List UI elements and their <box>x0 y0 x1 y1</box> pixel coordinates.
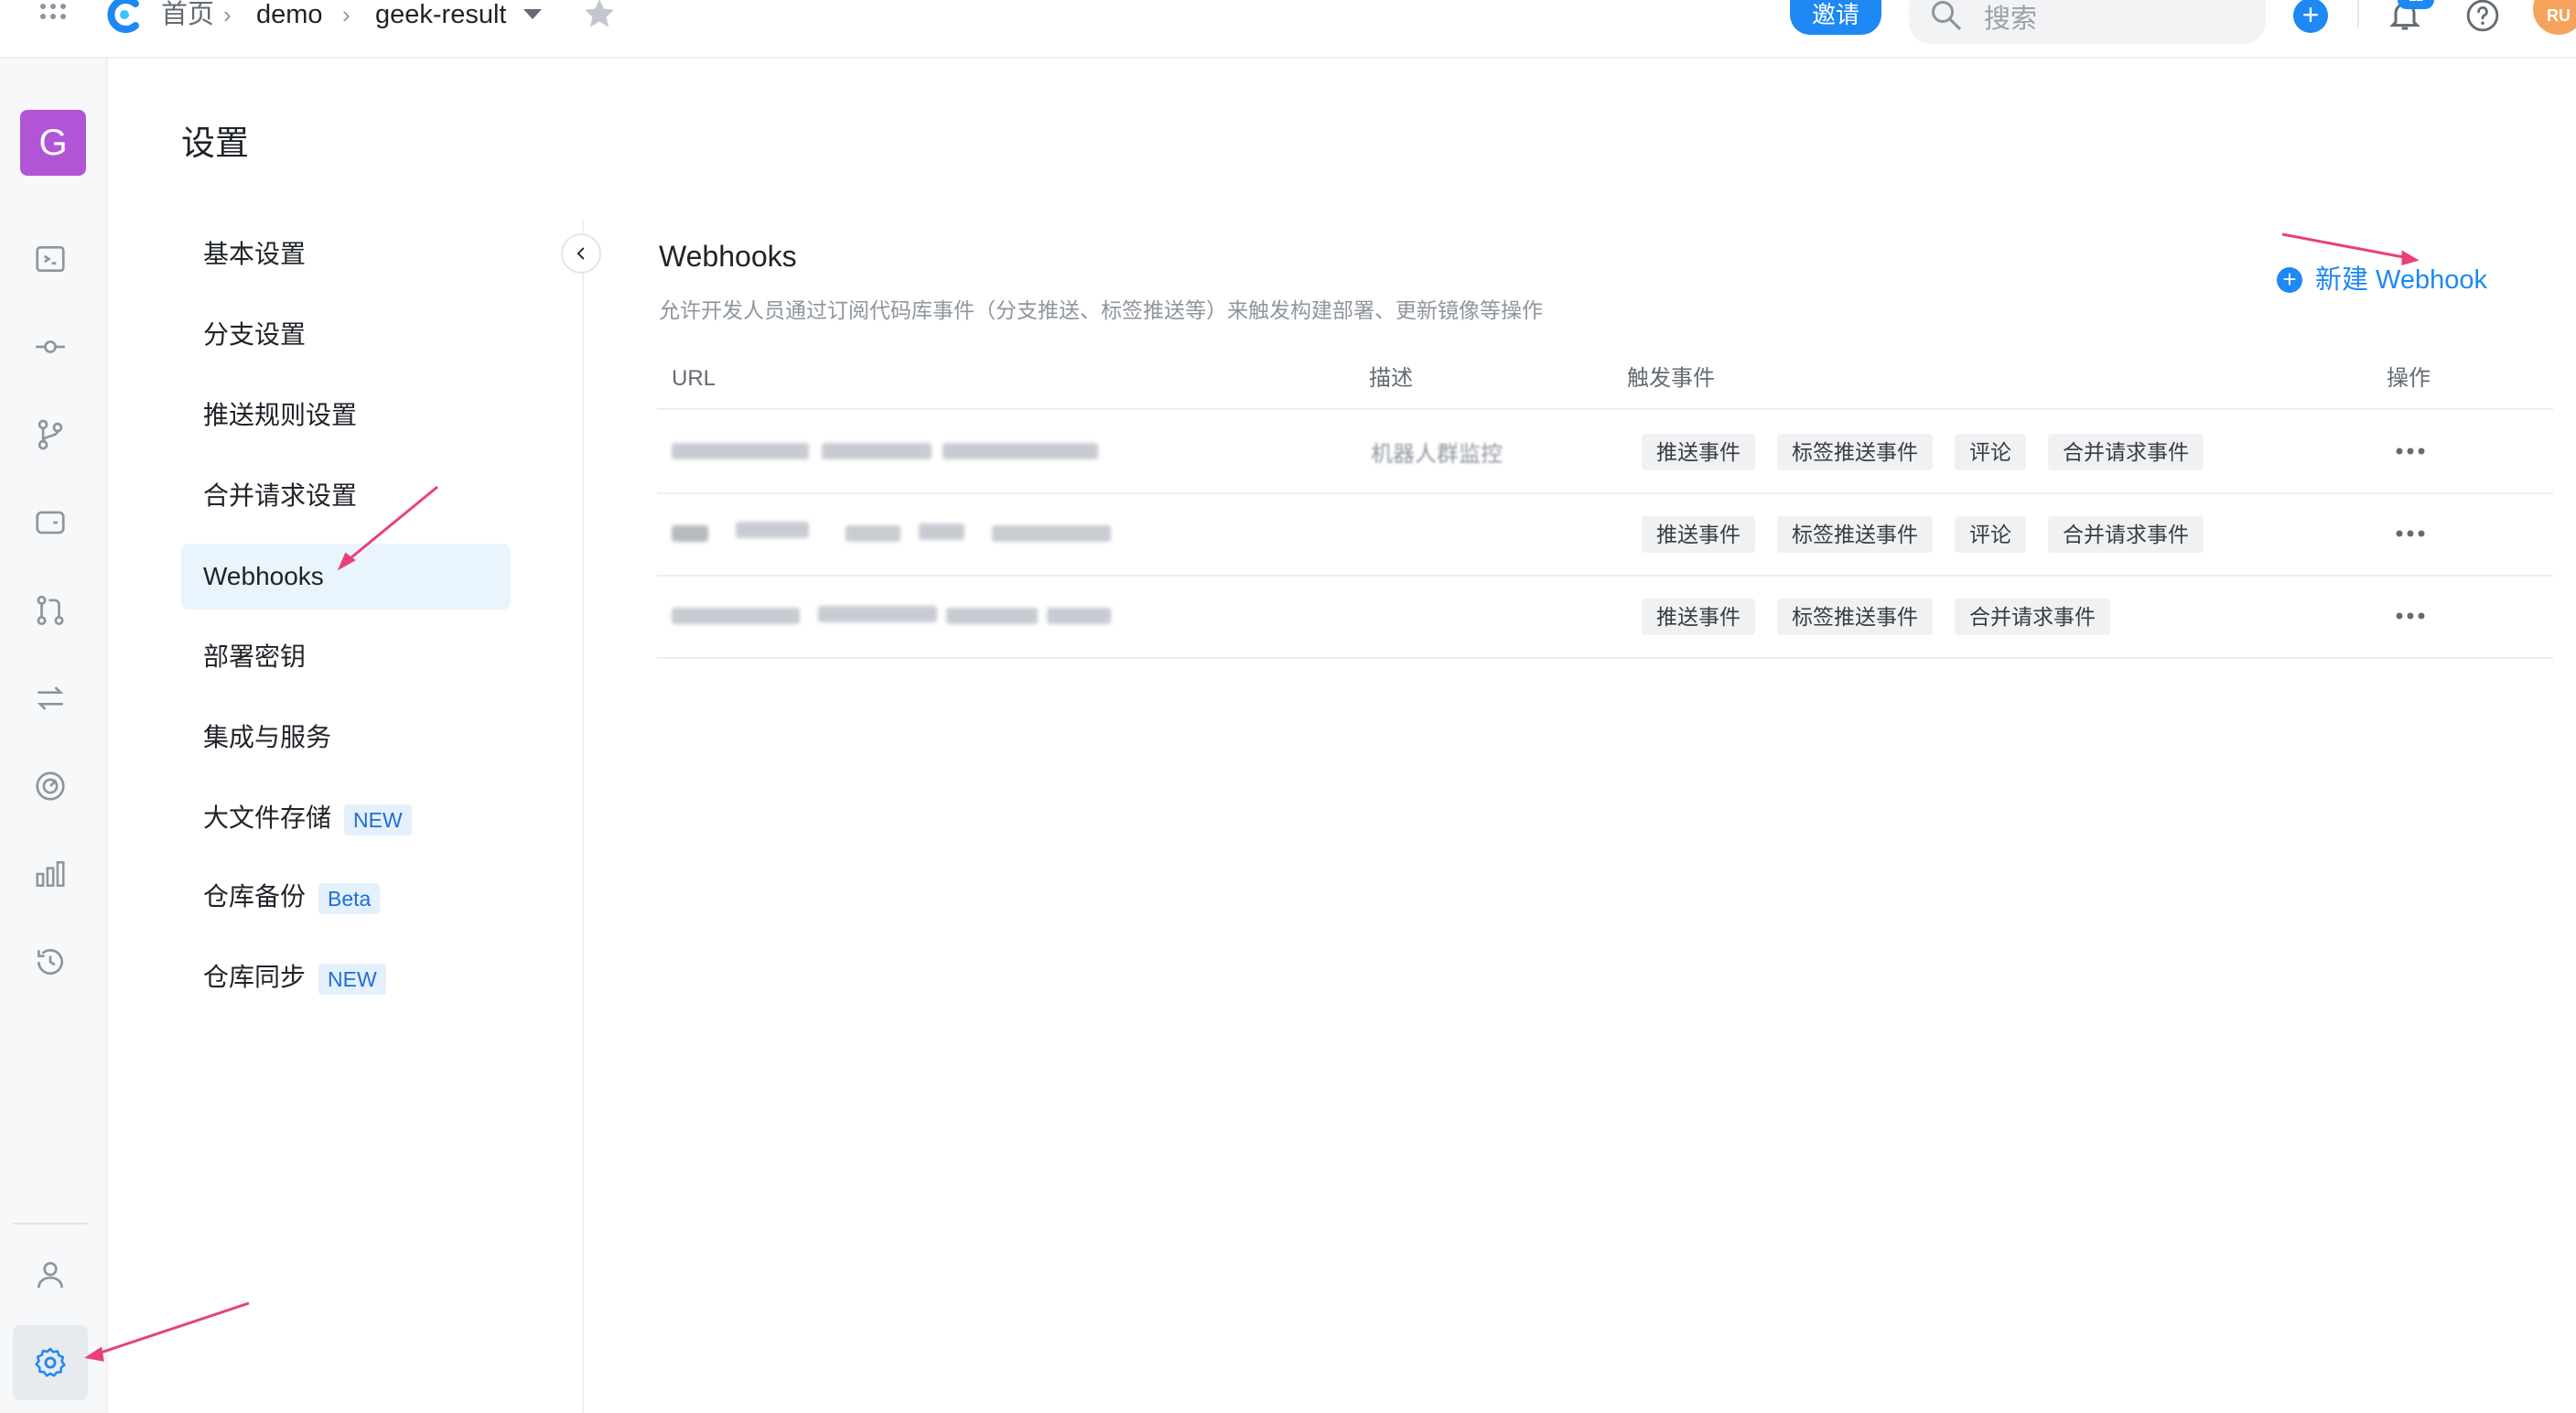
menu-item-merge-request[interactable]: 合并请求设置 <box>181 463 511 529</box>
history-icon[interactable] <box>33 944 68 979</box>
insight-icon[interactable] <box>33 769 68 804</box>
event-tags: 推送事件 标签推送事件 评论 合并请求事件 <box>1642 434 2204 470</box>
new-badge: NEW <box>318 963 386 995</box>
more-actions-icon[interactable] <box>2392 602 2429 630</box>
chevron-right-icon: › <box>223 1 232 28</box>
event-tag: 推送事件 <box>1642 434 1755 470</box>
menu-item-lfs[interactable]: 大文件存储 NEW <box>181 785 511 851</box>
menu-item-deploy-keys[interactable]: 部署密钥 <box>181 624 511 690</box>
event-tag: 推送事件 <box>1642 516 1755 553</box>
notification-badge: 11 <box>2398 0 2434 9</box>
menu-divider <box>582 220 584 1413</box>
logo-icon[interactable] <box>104 0 145 33</box>
search-box[interactable] <box>1909 0 2266 44</box>
user-avatar[interactable]: RU <box>2533 0 2576 35</box>
more-actions-icon[interactable] <box>2392 520 2429 547</box>
menu-item-push-rules[interactable]: 推送规则设置 <box>181 383 511 448</box>
event-tag: 合并请求事件 <box>1955 599 2110 635</box>
merge-request-icon[interactable] <box>33 593 68 628</box>
description-cell: 机器人群监控 <box>1371 442 1503 467</box>
beta-badge: Beta <box>318 882 381 914</box>
menu-item-label: 集成与服务 <box>203 723 332 751</box>
section-description: 允许开发人员通过订阅代码库事件（分支推送、标签推送等）来触发构建部署、更新镜像等… <box>659 298 1543 322</box>
left-rail: G <box>0 59 108 1413</box>
menu-item-label: 仓库备份 <box>203 882 307 911</box>
menu-item-label: Webhooks <box>203 562 324 590</box>
branch-icon[interactable] <box>33 417 68 452</box>
help-icon[interactable] <box>2465 0 2500 33</box>
collapse-menu-button[interactable] <box>561 233 601 274</box>
url-cell-redacted[interactable] <box>672 518 1111 547</box>
repo-avatar[interactable]: G <box>20 110 86 176</box>
code-icon[interactable] <box>33 242 68 276</box>
apps-grid-icon[interactable] <box>38 2 68 31</box>
breadcrumb-home[interactable]: 首页 <box>161 0 214 33</box>
url-cell-redacted[interactable] <box>672 436 1111 465</box>
pipeline-icon[interactable] <box>33 681 68 716</box>
stats-icon[interactable] <box>33 857 68 891</box>
event-tags: 推送事件 标签推送事件 评论 合并请求事件 <box>1642 516 2204 553</box>
chevron-right-icon: › <box>342 1 350 28</box>
event-tag: 推送事件 <box>1642 599 1755 635</box>
section-title: Webhooks <box>659 240 797 273</box>
commit-icon[interactable] <box>33 329 68 364</box>
menu-item-branch[interactable]: 分支设置 <box>181 302 511 368</box>
event-tag: 评论 <box>1955 434 2026 470</box>
member-icon[interactable] <box>33 1257 68 1292</box>
menu-item-label: 合并请求设置 <box>203 481 358 510</box>
menu-item-webhooks[interactable]: Webhooks <box>181 544 511 609</box>
event-tag: 评论 <box>1955 516 2026 553</box>
table-row[interactable]: 推送事件 标签推送事件 合并请求事件 <box>657 575 2553 659</box>
tag-icon[interactable] <box>33 505 68 540</box>
new-badge: NEW <box>344 804 412 836</box>
more-actions-icon[interactable] <box>2392 437 2429 465</box>
column-header-actions: 操作 <box>2387 366 2430 391</box>
breadcrumb-repo[interactable]: geek-result <box>375 0 506 33</box>
star-icon[interactable] <box>582 0 617 31</box>
event-tag: 合并请求事件 <box>2048 434 2204 470</box>
url-cell-redacted[interactable] <box>672 600 1111 630</box>
menu-item-basic[interactable]: 基本设置 <box>181 221 511 287</box>
column-header-url: URL <box>672 366 717 391</box>
table-row[interactable]: 机器人群监控 推送事件 标签推送事件 评论 合并请求事件 <box>657 410 2553 494</box>
top-bar: 首页 › demo › geek-result 邀请 + 11 RU <box>0 0 2576 59</box>
page-title: 设置 <box>181 124 249 162</box>
event-tag: 标签推送事件 <box>1777 599 1933 635</box>
repo-switch-caret-icon[interactable] <box>523 9 542 19</box>
create-plus-icon[interactable]: + <box>2293 0 2328 33</box>
column-header-description: 描述 <box>1369 366 1413 391</box>
search-input[interactable] <box>1982 0 2242 38</box>
plus-circle-icon: + <box>2277 267 2302 293</box>
event-tag: 合并请求事件 <box>2048 516 2204 553</box>
menu-item-label: 仓库同步 <box>203 963 307 991</box>
breadcrumb-project[interactable]: demo <box>256 0 323 33</box>
menu-item-integrations[interactable]: 集成与服务 <box>181 705 511 771</box>
event-tags: 推送事件 标签推送事件 合并请求事件 <box>1642 599 2110 635</box>
menu-item-label: 部署密钥 <box>203 642 307 671</box>
menu-item-backup[interactable]: 仓库备份 Beta <box>181 864 511 930</box>
menu-item-label: 推送规则设置 <box>203 401 358 429</box>
event-tag: 标签推送事件 <box>1777 516 1933 553</box>
settings-icon[interactable] <box>33 1345 68 1380</box>
column-header-events: 触发事件 <box>1627 366 1715 391</box>
new-webhook-button[interactable]: + 新建 Webhook <box>2277 262 2488 298</box>
menu-item-label: 基本设置 <box>203 240 307 268</box>
event-tag: 标签推送事件 <box>1777 434 1933 470</box>
chevron-left-icon <box>577 247 585 260</box>
rail-divider <box>13 1223 88 1224</box>
topbar-divider <box>2357 0 2359 27</box>
menu-item-label: 分支设置 <box>203 320 307 349</box>
invite-button[interactable]: 邀请 <box>1790 0 1881 35</box>
search-icon <box>1932 1 1961 30</box>
menu-item-sync[interactable]: 仓库同步 NEW <box>181 944 511 1010</box>
menu-item-label: 大文件存储 <box>203 804 332 832</box>
table-row[interactable]: 推送事件 标签推送事件 评论 合并请求事件 <box>657 492 2553 577</box>
new-webhook-label: 新建 Webhook <box>2315 265 2488 295</box>
